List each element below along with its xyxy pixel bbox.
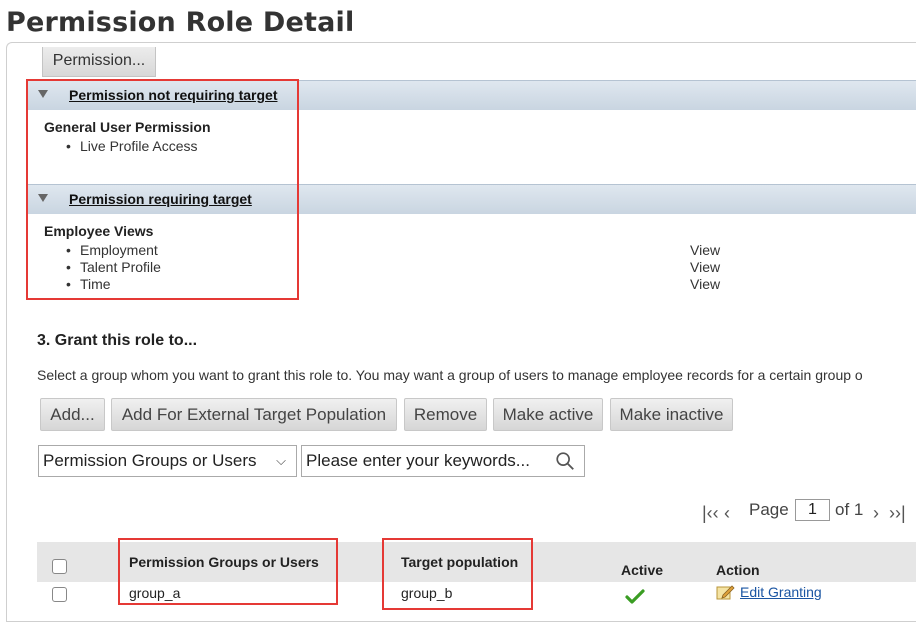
column-header-action[interactable]: Action [716,562,760,578]
section-title-not-requiring-target[interactable]: Permission not requiring target [69,87,277,103]
group-title-employee-views: Employee Views [44,223,154,239]
permission-item-employment: Employment [66,242,158,258]
remove-button[interactable]: Remove [404,398,487,431]
add-button[interactable]: Add... [40,398,105,431]
permission-item-time: Time [66,276,110,292]
collapse-triangle-icon[interactable] [38,90,48,98]
permission-button[interactable]: Permission... [42,47,156,77]
chevron-down-icon: ⌵ [276,453,286,468]
active-check-icon [625,589,645,604]
search-icon[interactable] [554,450,576,472]
page-number-input[interactable]: 1 [795,499,830,521]
edit-granting-link[interactable]: Edit Granting [740,584,822,600]
edit-pencil-icon[interactable] [716,583,736,601]
permission-item-talent-profile: Talent Profile [66,259,161,275]
previous-page-icon[interactable]: ‹ [724,503,730,524]
add-external-target-button[interactable]: Add For External Target Population [111,398,397,431]
collapse-triangle-icon[interactable] [38,194,48,202]
permission-item-live-profile-access: Live Profile Access [66,138,197,154]
make-inactive-button[interactable]: Make inactive [610,398,733,431]
grant-section-title: 3. Grant this role to... [37,332,198,349]
access-level-time: View [690,276,721,292]
grant-section-description: Select a group whom you want to grant th… [37,367,863,383]
make-active-button[interactable]: Make active [493,398,603,431]
row-checkbox[interactable] [52,587,67,602]
column-header-groups[interactable]: Permission Groups or Users [129,554,319,570]
filter-type-select[interactable]: Permission Groups or Users ⌵ [38,445,297,477]
row-group-name: group_a [129,585,181,601]
section-bar-requiring-target[interactable]: Permission requiring target [28,184,916,214]
section-title-requiring-target[interactable]: Permission requiring target [69,191,252,207]
search-box[interactable] [301,445,585,477]
select-all-checkbox[interactable] [52,559,67,574]
page-label: Page [749,500,789,519]
access-level-talent-profile: View [690,259,721,275]
filter-type-value: Permission Groups or Users [43,451,257,470]
row-target-population: group_b [401,585,453,601]
group-title-general-user-permission: General User Permission [44,119,211,135]
next-page-icon[interactable]: › [873,503,879,524]
page-of-label: of 1 [835,500,864,519]
column-header-target[interactable]: Target population [401,554,518,570]
section-bar-not-requiring-target[interactable]: Permission not requiring target [28,80,916,110]
last-page-icon[interactable]: ››| [889,503,906,524]
column-header-active[interactable]: Active [621,562,663,578]
page-title: Permission Role Detail [6,7,355,38]
search-input[interactable] [302,446,542,476]
access-level-employment: View [690,242,721,258]
first-page-icon[interactable]: |‹‹ [702,503,719,524]
